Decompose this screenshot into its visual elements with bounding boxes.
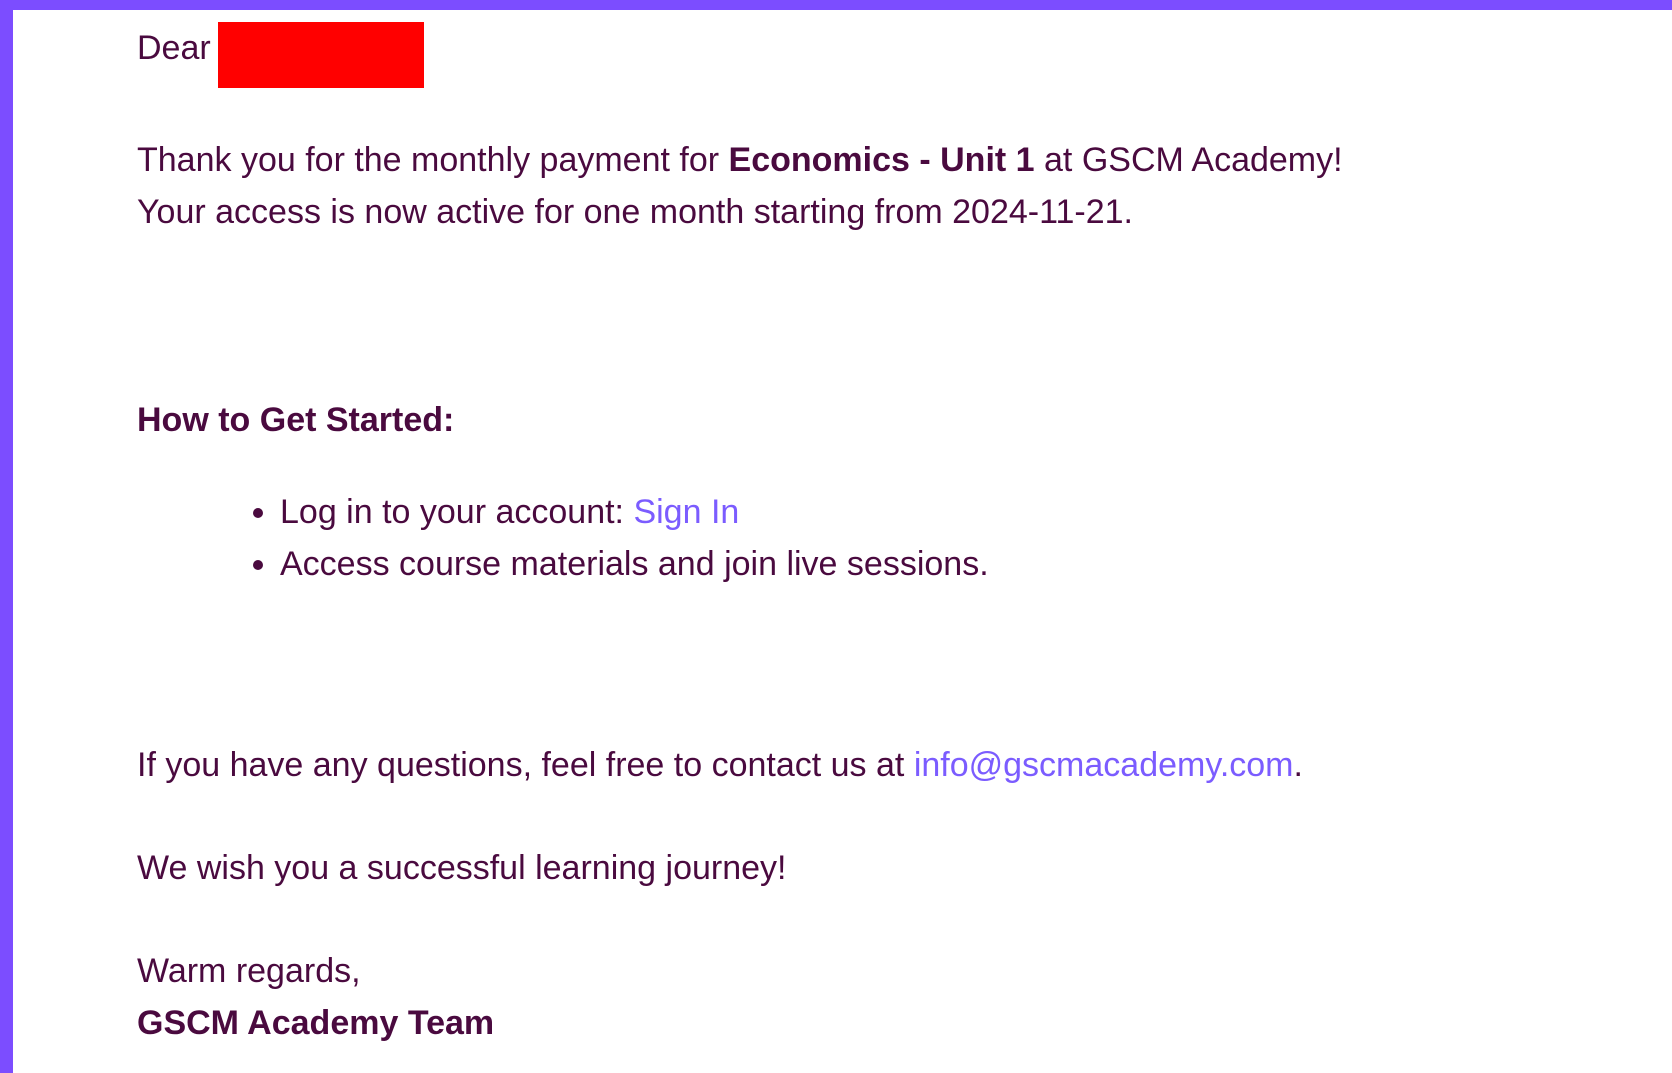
steps-list: Log in to your account: Sign In Access c… — [137, 486, 989, 590]
contact-text: If you have any questions, feel free to … — [137, 746, 914, 784]
course-name: Economics - Unit 1 — [728, 141, 1035, 179]
list-item: Log in to your account: Sign In — [280, 486, 989, 538]
intro-line-1: Thank you for the monthly payment for Ec… — [137, 134, 1343, 186]
list-item: Access course materials and join live se… — [280, 538, 989, 590]
intro-paragraph: Thank you for the monthly payment for Ec… — [137, 134, 1343, 238]
wish-paragraph: We wish you a successful learning journe… — [137, 849, 787, 887]
contact-paragraph: If you have any questions, feel free to … — [137, 739, 1303, 791]
regards-text: Warm regards, — [137, 952, 361, 990]
intro-text-before: Thank you for the monthly payment for — [137, 141, 729, 179]
step-text: Log in to your account: — [280, 493, 634, 531]
email-frame: Dear Thank you for the monthly payment f… — [13, 10, 1672, 1073]
contact-email-link[interactable]: info@gscmacademy.com — [914, 746, 1294, 784]
get-started-heading: How to Get Started: — [137, 401, 455, 439]
signature: GSCM Academy Team — [137, 1004, 495, 1042]
sign-in-link[interactable]: Sign In — [633, 493, 739, 531]
closing: Warm regards, GSCM Academy Team — [137, 945, 494, 1049]
intro-text-after: at GSCM Academy! — [1034, 141, 1343, 179]
redacted-name — [218, 22, 425, 88]
contact-period: . — [1293, 746, 1303, 784]
intro-line-2: Your access is now active for one month … — [137, 193, 1133, 231]
step-text: Access course materials and join live se… — [280, 545, 989, 583]
greeting-prefix: Dear — [137, 29, 211, 67]
greeting: Dear — [137, 22, 425, 88]
